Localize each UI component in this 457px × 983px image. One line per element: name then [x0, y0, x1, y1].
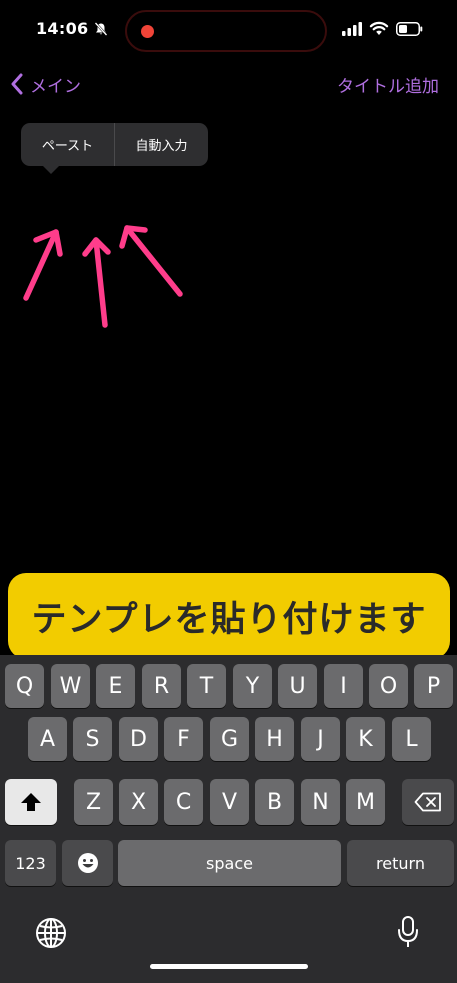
- recording-indicator-icon: [141, 25, 154, 38]
- add-title-button[interactable]: タイトル追加: [337, 72, 439, 97]
- caption-banner: テンプレを貼り付けます: [8, 573, 450, 659]
- cellular-signal-icon: [342, 22, 362, 36]
- key-r[interactable]: R: [142, 664, 181, 708]
- microphone-icon[interactable]: [396, 915, 420, 949]
- key-s[interactable]: S: [73, 717, 112, 761]
- paste-menu-item[interactable]: ペースト: [21, 123, 114, 166]
- key-x[interactable]: X: [119, 779, 158, 825]
- back-button-label: メイン: [30, 76, 81, 97]
- home-indicator[interactable]: [150, 964, 308, 969]
- status-time: 14:06: [36, 19, 89, 38]
- key-a[interactable]: A: [28, 717, 67, 761]
- key-z[interactable]: Z: [74, 779, 113, 825]
- caption-text: テンプレを貼り付けます: [31, 599, 427, 640]
- key-u[interactable]: U: [278, 664, 317, 708]
- shift-key[interactable]: [5, 779, 57, 825]
- key-o[interactable]: O: [369, 664, 408, 708]
- shift-arrow-icon: [21, 793, 41, 811]
- chevron-left-icon: [11, 73, 23, 95]
- key-c[interactable]: C: [164, 779, 203, 825]
- dynamic-island: [125, 10, 327, 52]
- key-j[interactable]: J: [301, 717, 340, 761]
- key-t[interactable]: T: [187, 664, 226, 708]
- popover-pointer: [42, 165, 60, 174]
- key-n[interactable]: N: [301, 779, 340, 825]
- delete-key[interactable]: [402, 779, 454, 825]
- emoji-icon: [77, 853, 98, 873]
- key-l[interactable]: L: [392, 717, 431, 761]
- backspace-icon: [414, 792, 441, 812]
- key-f[interactable]: F: [164, 717, 203, 761]
- back-button[interactable]: メイン: [10, 70, 81, 98]
- bell-muted-icon: [94, 22, 108, 36]
- key-d[interactable]: D: [119, 717, 158, 761]
- key-b[interactable]: B: [255, 779, 294, 825]
- wifi-icon: [369, 21, 389, 35]
- autofill-menu-item[interactable]: 自動入力: [115, 123, 208, 166]
- globe-icon[interactable]: [35, 917, 67, 949]
- edit-menu-popover: ペースト 自動入力: [21, 123, 208, 166]
- key-i[interactable]: I: [324, 664, 363, 708]
- return-key[interactable]: return: [347, 840, 454, 886]
- keyboard: Q W E R T Y U I O P A S D F G H J K L Z …: [0, 655, 457, 983]
- battery-icon: [396, 22, 423, 36]
- key-h[interactable]: H: [255, 717, 294, 761]
- emoji-key[interactable]: [62, 840, 113, 886]
- key-m[interactable]: M: [346, 779, 385, 825]
- key-e[interactable]: E: [96, 664, 135, 708]
- key-y[interactable]: Y: [233, 664, 272, 708]
- key-p[interactable]: P: [414, 664, 453, 708]
- key-w[interactable]: W: [51, 664, 90, 708]
- key-v[interactable]: V: [210, 779, 249, 825]
- annotation-arrows-icon: [23, 225, 183, 328]
- key-k[interactable]: K: [346, 717, 385, 761]
- space-key[interactable]: space: [118, 840, 341, 886]
- numbers-key[interactable]: 123: [5, 840, 56, 886]
- key-g[interactable]: G: [210, 717, 249, 761]
- key-q[interactable]: Q: [5, 664, 44, 708]
